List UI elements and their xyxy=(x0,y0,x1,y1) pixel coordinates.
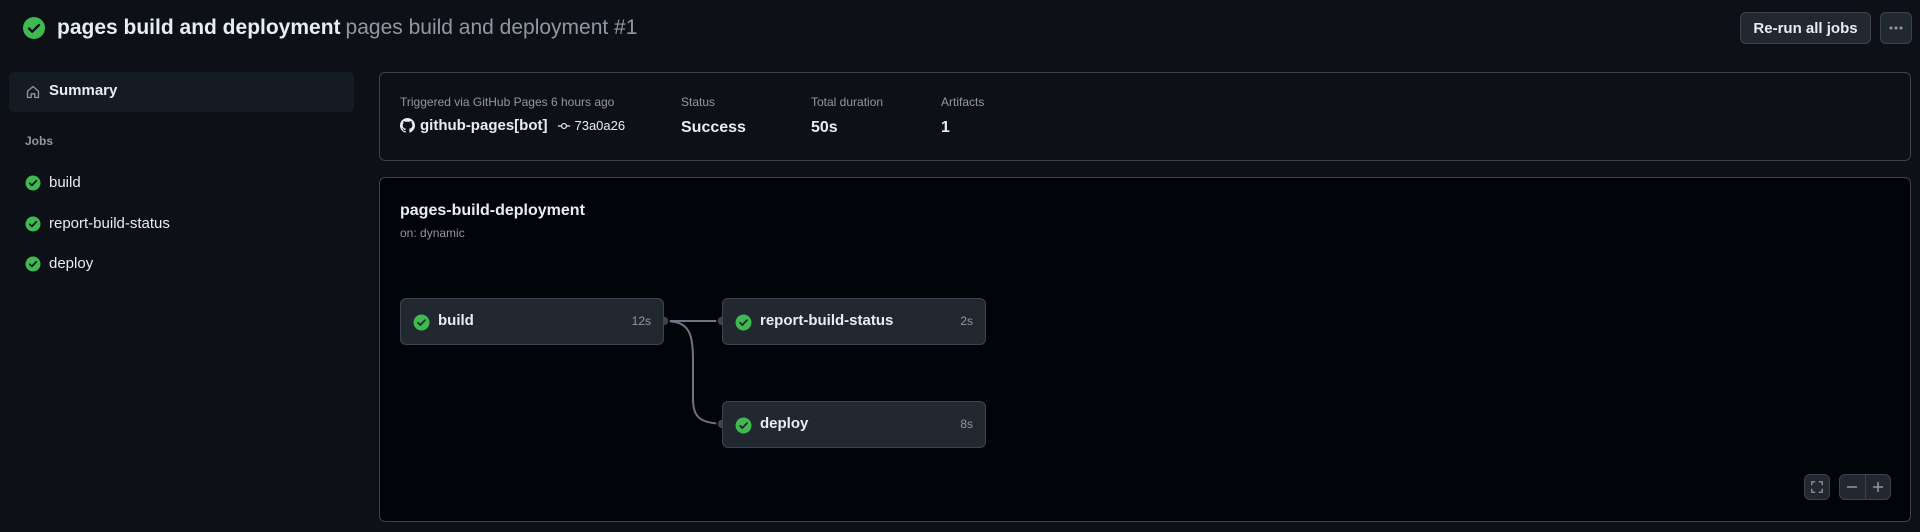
zoom-in-button[interactable] xyxy=(1866,475,1891,499)
workflow-graph: pages-build-deployment on: dynamic build… xyxy=(379,177,1911,522)
sidebar-item-label: Summary xyxy=(49,82,118,99)
graph-node-report-build-status[interactable]: report-build-status 2s xyxy=(722,298,986,345)
success-check-icon xyxy=(25,175,41,191)
node-name: report-build-status xyxy=(760,312,894,329)
run-title: pages build and deployment #1 xyxy=(345,16,638,39)
git-commit-icon xyxy=(558,122,571,129)
success-check-icon xyxy=(735,314,752,331)
sidebar-item-build[interactable]: build xyxy=(9,167,354,199)
commit-link[interactable]: 73a0a26 xyxy=(557,118,625,133)
workflow-name: pages-build-deployment xyxy=(400,202,585,219)
triggered-text: Triggered via GitHub Pages 6 hours ago xyxy=(400,95,615,109)
node-name: build xyxy=(438,312,474,329)
status-label: Status xyxy=(681,95,716,109)
graph-node-build[interactable]: build 12s xyxy=(400,298,664,345)
success-check-icon xyxy=(413,314,430,331)
success-check-icon xyxy=(735,417,752,434)
more-options-button[interactable] xyxy=(1880,12,1912,44)
success-check-icon xyxy=(25,216,41,232)
sidebar-item-report-build-status[interactable]: report-build-status xyxy=(9,208,354,240)
home-icon xyxy=(26,85,40,99)
github-mark-icon xyxy=(400,118,415,133)
node-duration: 8s xyxy=(960,417,973,431)
edge-build-deploy xyxy=(663,320,729,425)
sidebar-item-deploy[interactable]: deploy xyxy=(9,248,354,280)
status-field: Status Success xyxy=(681,95,746,137)
actor-link[interactable]: github-pages[bot] xyxy=(420,117,547,134)
workflow-title: pages build and deployment xyxy=(57,16,341,39)
graph-node-deploy[interactable]: deploy 8s xyxy=(722,401,986,448)
duration-value: 50s xyxy=(811,119,838,136)
node-duration: 2s xyxy=(960,314,973,328)
artifacts-value[interactable]: 1 xyxy=(941,119,984,137)
node-name: deploy xyxy=(760,415,809,432)
screen-full-icon xyxy=(1811,481,1823,493)
success-check-icon xyxy=(23,17,45,39)
minus-icon xyxy=(1847,486,1858,488)
trigger-info: Triggered via GitHub Pages 6 hours ago g… xyxy=(400,95,625,134)
duration-field: Total duration 50s xyxy=(811,95,883,137)
artifacts-field: Artifacts 1 xyxy=(941,95,984,137)
graph-edges xyxy=(658,315,729,430)
run-header: pages build and deployment pages build an… xyxy=(0,0,1920,56)
status-value: Success xyxy=(681,119,746,136)
commit-sha: 73a0a26 xyxy=(574,118,626,133)
zoom-controls xyxy=(1839,474,1891,500)
success-check-icon xyxy=(25,256,41,272)
fullscreen-button[interactable] xyxy=(1804,474,1830,500)
sidebar-item-summary[interactable]: Summary xyxy=(9,72,354,112)
run-summary-card: Triggered via GitHub Pages 6 hours ago g… xyxy=(379,72,1911,161)
jobs-heading: Jobs xyxy=(25,134,54,148)
artifacts-label: Artifacts xyxy=(941,95,985,109)
duration-label: Total duration xyxy=(811,95,884,109)
rerun-all-jobs-button[interactable]: Re-run all jobs xyxy=(1740,12,1871,44)
job-label: deploy xyxy=(49,255,94,272)
job-label: report-build-status xyxy=(49,215,170,232)
job-label: build xyxy=(49,174,81,191)
zoom-out-button[interactable] xyxy=(1840,475,1866,499)
workflow-trigger: on: dynamic xyxy=(400,226,465,240)
page-title: pages build and deployment pages build an… xyxy=(57,14,637,42)
plus-icon xyxy=(1872,482,1883,492)
kebab-horizontal-icon xyxy=(1889,26,1903,30)
node-duration: 12s xyxy=(631,314,651,328)
